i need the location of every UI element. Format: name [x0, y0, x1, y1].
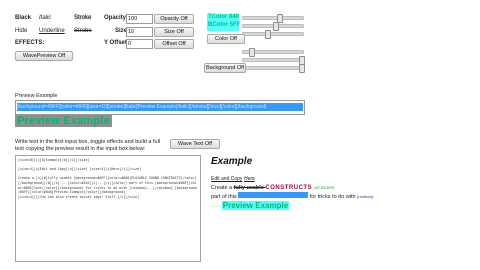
bcolor-slider-blue[interactable] — [242, 64, 305, 73]
example-text: part of this — [211, 194, 237, 200]
hide-toggle[interactable]: Hide — [15, 28, 27, 34]
stroke-toggle[interactable]: Stroke — [74, 15, 91, 21]
y-offset-input[interactable]: 0 — [126, 39, 153, 49]
slider-handle[interactable] — [265, 30, 271, 39]
example-wave-text: ~ ~ ~ — [211, 203, 221, 209]
example-text: ,on screen — [312, 184, 335, 190]
example-text: fully usable — [233, 184, 266, 191]
preview-label: Preview Example — [15, 93, 58, 99]
offset-off-button[interactable]: Offset Off — [154, 39, 194, 49]
opacity-input[interactable]: 100 — [126, 14, 153, 24]
example-hidden-text — [238, 192, 309, 198]
effects-label: EFFECTS: — [15, 40, 45, 46]
editor-line: Create a [s][b]fully usable [background=… — [18, 176, 197, 195]
tcolor-label: TColor 840 — [208, 14, 240, 20]
edit-copy-link[interactable]: Edit and Copy — [211, 176, 242, 182]
black-toggle[interactable]: Black — [15, 15, 31, 21]
size-input[interactable]: 10 — [126, 27, 153, 37]
y-offset-label: Y Offset — [104, 40, 127, 46]
preview-code-text: [background=#5FF][color=#840][size=10][s… — [17, 103, 303, 111]
slider-handle[interactable] — [299, 64, 305, 73]
example-rendered-body: Edit and Copy Here Create a fully usable… — [211, 175, 401, 211]
size-off-button[interactable]: Size Off — [154, 27, 194, 37]
color-swatch: TColor 840 BColor 5FF — [207, 14, 241, 31]
wave-text-off-button[interactable]: Wave Text Off — [170, 139, 220, 149]
underline-toggle[interactable]: Underline — [39, 28, 65, 34]
strobe-toggle[interactable]: Strobe — [74, 28, 92, 34]
opacity-label: Opacity — [104, 15, 127, 21]
example-text: Create a — [211, 184, 234, 191]
preview-rendered-text: Preview Example — [15, 115, 112, 127]
text-editor[interactable]: [size=8][i][b]Example[/b][/i][/size] [si… — [15, 155, 201, 262]
editor-line: [size=4][i]You can also create secret ta… — [18, 194, 140, 199]
color-off-button[interactable]: Color Off — [207, 34, 245, 44]
example-title: Example — [211, 156, 253, 167]
example-text: [rainbow] — [357, 194, 374, 199]
bcolor-slider-green[interactable] — [242, 56, 305, 65]
example-text: for tricks to do with — [308, 194, 356, 200]
tcolor-slider-green[interactable] — [242, 22, 304, 31]
preview-code-field[interactable]: [background=#5FF][color=#840][size=10][s… — [15, 100, 305, 115]
bcolor-label: BColor 5FF — [208, 21, 241, 28]
slider-handle[interactable] — [249, 48, 255, 57]
instructions-text: Write text in the first input box, toggl… — [15, 139, 161, 152]
opacity-off-button[interactable]: Opacity Off — [154, 14, 194, 24]
tcolor-slider-blue[interactable] — [242, 30, 304, 39]
tcolor-slider-red[interactable] — [242, 14, 304, 23]
bcolor-slider-red[interactable] — [242, 48, 304, 57]
italic-toggle[interactable]: Italic — [39, 15, 51, 21]
example-preview-text: Preview Example — [221, 200, 290, 210]
slider-handle[interactable] — [273, 22, 279, 31]
background-off-button[interactable]: Background Off — [204, 63, 246, 73]
wave-preview-off-button[interactable]: WavePreview Off — [15, 51, 73, 61]
here-link[interactable]: Here — [244, 176, 255, 182]
example-wave-text: CONSTRUCTS — [265, 184, 313, 191]
